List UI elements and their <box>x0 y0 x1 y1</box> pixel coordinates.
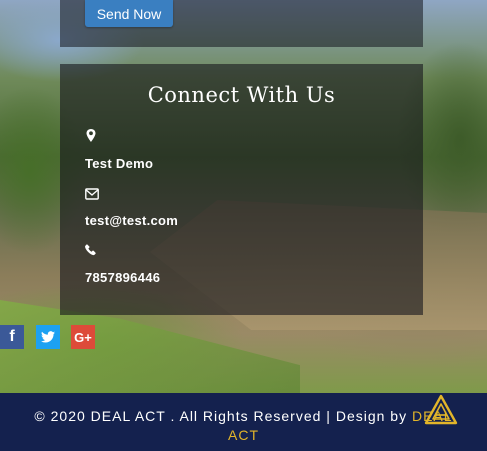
connect-title: Connect With Us <box>147 83 336 107</box>
google-plus-icon: G+ <box>74 329 92 345</box>
footer: © 2020 DEAL ACT . All Rights Reserved | … <box>0 393 487 451</box>
facebook-button[interactable]: f <box>0 325 24 349</box>
twitter-icon <box>41 331 55 343</box>
send-now-button[interactable]: Send Now <box>85 0 173 27</box>
email-link[interactable]: test@test.com <box>85 213 178 228</box>
phone-icon <box>85 244 96 256</box>
address-text: Test Demo <box>85 156 154 171</box>
copyright-text: © 2020 DEAL ACT . All Rights Reserved | … <box>0 407 487 445</box>
designer-link-continued[interactable]: ACT <box>228 427 259 443</box>
envelope-icon <box>85 188 99 200</box>
phone-text: 7857896446 <box>85 270 161 285</box>
twitter-button[interactable] <box>36 325 60 349</box>
facebook-icon: f <box>9 328 15 345</box>
copyright-label: © 2020 DEAL ACT . All Rights Reserved | … <box>34 408 412 424</box>
google-plus-button[interactable]: G+ <box>71 325 95 349</box>
map-marker-icon <box>86 129 96 142</box>
deal-act-logo-icon <box>424 394 458 425</box>
